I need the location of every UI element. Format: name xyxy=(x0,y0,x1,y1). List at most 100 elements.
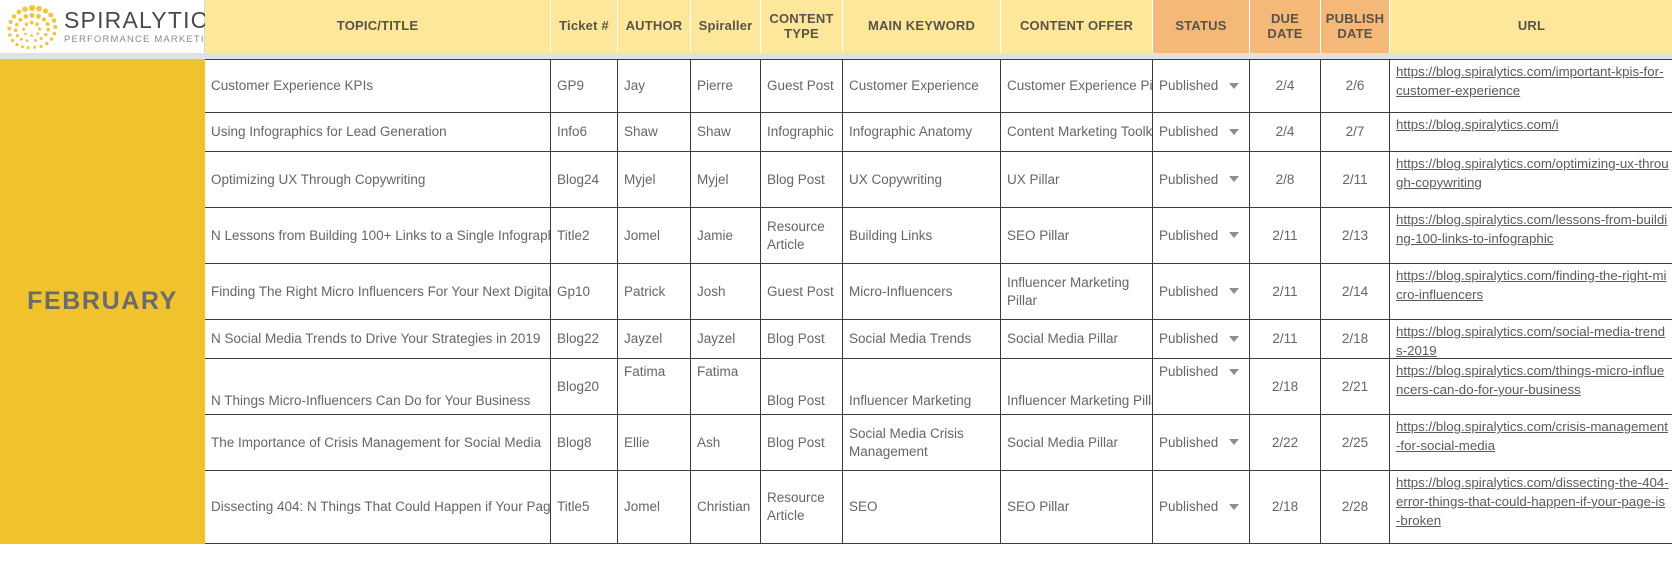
cell-ticket-number[interactable]: Blog8 xyxy=(551,415,618,470)
cell-main-keyword[interactable]: Social Media Trends xyxy=(843,320,1001,358)
cell-due-date[interactable]: 2/4 xyxy=(1250,113,1321,151)
cell-author[interactable]: Shaw xyxy=(618,113,691,151)
column-header-content-type[interactable]: CONTENT TYPE xyxy=(761,0,843,53)
cell-status[interactable]: Published xyxy=(1153,415,1250,470)
cell-author[interactable]: Jay xyxy=(618,60,691,112)
chevron-down-icon[interactable] xyxy=(1229,82,1239,89)
cell-url[interactable]: https://blog.spiralytics.com/crisis-mana… xyxy=(1390,415,1672,470)
cell-author[interactable]: Jayzel xyxy=(618,320,691,358)
cell-due-date[interactable]: 2/18 xyxy=(1250,471,1321,543)
cell-content-offer[interactable]: Content Marketing Toolkit xyxy=(1001,113,1153,151)
cell-due-date[interactable]: 2/18 xyxy=(1250,359,1321,414)
cell-ticket-number[interactable]: Blog22 xyxy=(551,320,618,358)
column-header-topic-title[interactable]: TOPIC/TITLE xyxy=(205,0,551,53)
cell-publish-date[interactable]: 2/7 xyxy=(1321,113,1390,151)
cell-spiraller[interactable]: Christian xyxy=(691,471,761,543)
cell-spiraller[interactable]: Jayzel xyxy=(691,320,761,358)
chevron-down-icon[interactable] xyxy=(1229,232,1239,239)
cell-content-type[interactable]: Resource Article xyxy=(761,471,843,543)
url-link[interactable]: https://blog.spiralytics.com/dissecting-… xyxy=(1396,474,1669,531)
cell-content-type[interactable]: Resource Article xyxy=(761,208,843,263)
cell-url[interactable]: https://blog.spiralytics.com/finding-the… xyxy=(1390,264,1672,319)
cell-content-offer[interactable]: Social Media Pillar xyxy=(1001,415,1153,470)
cell-status[interactable]: Published xyxy=(1153,208,1250,263)
cell-ticket-number[interactable]: Gp10 xyxy=(551,264,618,319)
cell-content-type[interactable]: Blog Post xyxy=(761,359,843,414)
cell-url[interactable]: https://blog.spiralytics.com/i xyxy=(1390,113,1672,151)
chevron-down-icon[interactable] xyxy=(1229,335,1239,342)
cell-content-type[interactable]: Blog Post xyxy=(761,152,843,207)
cell-ticket-number[interactable]: Info6 xyxy=(551,113,618,151)
cell-url[interactable]: https://blog.spiralytics.com/dissecting-… xyxy=(1390,471,1672,543)
cell-author[interactable]: Jomel xyxy=(618,208,691,263)
cell-publish-date[interactable]: 2/11 xyxy=(1321,152,1390,207)
chevron-down-icon[interactable] xyxy=(1229,439,1239,446)
cell-content-type[interactable]: Guest Post xyxy=(761,264,843,319)
cell-due-date[interactable]: 2/11 xyxy=(1250,320,1321,358)
cell-spiraller[interactable]: Josh xyxy=(691,264,761,319)
cell-url[interactable]: https://blog.spiralytics.com/optimizing-… xyxy=(1390,152,1672,207)
cell-due-date[interactable]: 2/22 xyxy=(1250,415,1321,470)
cell-author[interactable]: Fatima xyxy=(618,359,691,414)
column-header-spiraller[interactable]: Spiraller xyxy=(691,0,761,53)
chevron-down-icon[interactable] xyxy=(1229,503,1239,510)
column-header-status[interactable]: STATUS xyxy=(1153,0,1250,53)
cell-publish-date[interactable]: 2/6 xyxy=(1321,60,1390,112)
cell-ticket-number[interactable]: Blog20 xyxy=(551,359,618,414)
url-link[interactable]: https://blog.spiralytics.com/social-medi… xyxy=(1396,323,1669,358)
cell-publish-date[interactable]: 2/21 xyxy=(1321,359,1390,414)
cell-topic-title[interactable]: Customer Experience KPIs xyxy=(205,60,551,112)
cell-topic-title[interactable]: Using Infographics for Lead Generation xyxy=(205,113,551,151)
cell-status[interactable]: Published xyxy=(1153,60,1250,112)
cell-due-date[interactable]: 2/4 xyxy=(1250,60,1321,112)
cell-content-offer[interactable]: Influencer Marketing Pillar xyxy=(1001,359,1153,414)
chevron-down-icon[interactable] xyxy=(1229,368,1239,375)
cell-content-offer[interactable]: Customer Experience Pillar xyxy=(1001,60,1153,112)
cell-content-offer[interactable]: Influencer Marketing Pillar xyxy=(1001,264,1153,319)
cell-main-keyword[interactable]: Influencer Marketing xyxy=(843,359,1001,414)
cell-status[interactable]: Published xyxy=(1153,471,1250,543)
cell-author[interactable]: Myjel xyxy=(618,152,691,207)
chevron-down-icon[interactable] xyxy=(1229,176,1239,183)
cell-topic-title[interactable]: Dissecting 404: N Things That Could Happ… xyxy=(205,471,551,543)
cell-topic-title[interactable]: N Things Micro-Influencers Can Do for Yo… xyxy=(205,359,551,414)
cell-content-type[interactable]: Blog Post xyxy=(761,415,843,470)
cell-content-offer[interactable]: SEO Pillar xyxy=(1001,471,1153,543)
url-link[interactable]: https://blog.spiralytics.com/optimizing-… xyxy=(1396,155,1669,193)
cell-topic-title[interactable]: N Lessons from Building 100+ Links to a … xyxy=(205,208,551,263)
cell-author[interactable]: Ellie xyxy=(618,415,691,470)
column-header-publish-date[interactable]: PUBLISH DATE xyxy=(1321,0,1390,53)
url-link[interactable]: https://blog.spiralytics.com/things-micr… xyxy=(1396,362,1669,400)
column-header-ticket[interactable]: Ticket # xyxy=(551,0,618,53)
cell-main-keyword[interactable]: SEO xyxy=(843,471,1001,543)
cell-main-keyword[interactable]: Micro-Influencers xyxy=(843,264,1001,319)
cell-content-offer[interactable]: Social Media Pillar xyxy=(1001,320,1153,358)
url-link[interactable]: https://blog.spiralytics.com/important-k… xyxy=(1396,63,1669,101)
cell-topic-title[interactable]: The Importance of Crisis Management for … xyxy=(205,415,551,470)
cell-content-type[interactable]: Blog Post xyxy=(761,320,843,358)
cell-spiraller[interactable]: Fatima xyxy=(691,359,761,414)
cell-ticket-number[interactable]: Blog24 xyxy=(551,152,618,207)
url-link[interactable]: https://blog.spiralytics.com/i xyxy=(1396,116,1559,135)
column-header-content-offer[interactable]: CONTENT OFFER xyxy=(1001,0,1153,53)
cell-topic-title[interactable]: N Social Media Trends to Drive Your Stra… xyxy=(205,320,551,358)
cell-spiraller[interactable]: Jamie xyxy=(691,208,761,263)
cell-url[interactable]: https://blog.spiralytics.com/social-medi… xyxy=(1390,320,1672,358)
cell-content-type[interactable]: Infographic xyxy=(761,113,843,151)
url-link[interactable]: https://blog.spiralytics.com/crisis-mana… xyxy=(1396,418,1669,456)
cell-main-keyword[interactable]: Social Media Crisis Management xyxy=(843,415,1001,470)
cell-status[interactable]: Published xyxy=(1153,152,1250,207)
cell-topic-title[interactable]: Finding The Right Micro Influencers For … xyxy=(205,264,551,319)
cell-status[interactable]: Published xyxy=(1153,264,1250,319)
cell-publish-date[interactable]: 2/14 xyxy=(1321,264,1390,319)
cell-status[interactable]: Published xyxy=(1153,320,1250,358)
cell-publish-date[interactable]: 2/25 xyxy=(1321,415,1390,470)
cell-spiraller[interactable]: Shaw xyxy=(691,113,761,151)
cell-topic-title[interactable]: Optimizing UX Through Copywriting xyxy=(205,152,551,207)
cell-spiraller[interactable]: Ash xyxy=(691,415,761,470)
column-header-main-keyword[interactable]: MAIN KEYWORD xyxy=(843,0,1001,53)
cell-ticket-number[interactable]: Title5 xyxy=(551,471,618,543)
cell-status[interactable]: Published xyxy=(1153,359,1250,414)
cell-content-offer[interactable]: SEO Pillar xyxy=(1001,208,1153,263)
cell-main-keyword[interactable]: Infographic Anatomy xyxy=(843,113,1001,151)
